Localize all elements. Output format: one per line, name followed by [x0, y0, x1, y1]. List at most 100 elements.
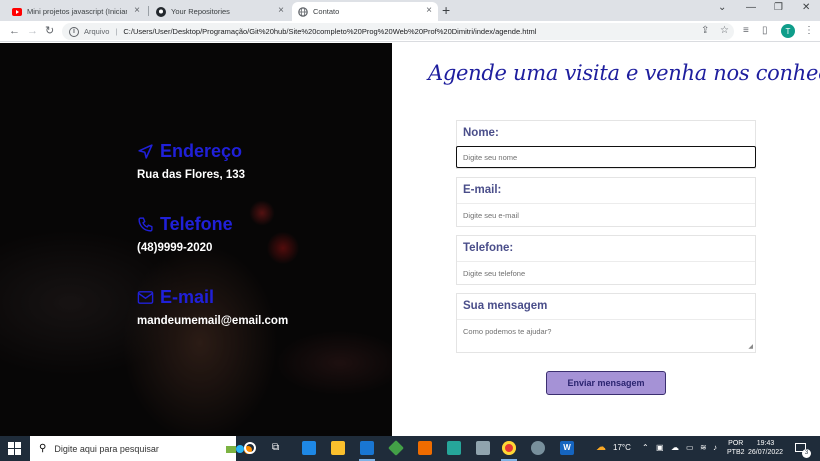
phone-value: (48)9999-2020	[137, 242, 213, 254]
name-label: Nome:	[457, 121, 755, 147]
restore-button[interactable]: ❐	[774, 2, 783, 13]
tab-title: Your Repositories	[171, 7, 230, 16]
message-placeholder: Como podemos te ajudar?	[463, 327, 552, 336]
notification-badge: 3	[802, 449, 811, 458]
message-textarea[interactable]: Como podemos te ajudar? ◢	[457, 320, 755, 352]
app-icon[interactable]	[531, 441, 545, 455]
phone-icon	[138, 216, 153, 232]
system-clock[interactable]: 19:43 26/07/2022	[748, 439, 783, 457]
youtube-icon	[12, 7, 22, 17]
tab-title: Mini projetos javascript (Iniciante	[27, 7, 127, 16]
phone-label: Telefone:	[457, 236, 755, 262]
contact-form: Nome: Digite seu nome E-mail: Digite seu…	[456, 120, 756, 361]
back-arrow-icon[interactable]: ←	[9, 24, 20, 38]
email-input[interactable]: Digite seu e-mail	[457, 204, 755, 226]
chrome-icon[interactable]	[502, 441, 516, 455]
phone-input[interactable]: Digite seu telefone	[457, 262, 755, 284]
search-icon: ⚲	[39, 443, 47, 454]
windows-start-icon[interactable]	[8, 442, 21, 455]
name-input[interactable]: Digite seu nome	[456, 146, 756, 168]
forward-arrow-icon[interactable]: →	[27, 24, 38, 38]
cake-photo-background: Endereço Rua das Flores, 133 Telefone (4…	[0, 43, 392, 436]
phone-group: Telefone: Digite seu telefone	[456, 235, 756, 285]
app-tray-icon[interactable]: ▣	[656, 443, 664, 452]
battery-icon[interactable]: ▭	[686, 443, 694, 452]
contact-title: Telefone	[137, 214, 233, 234]
phone-title: Telefone	[160, 214, 233, 234]
language-indicator[interactable]: POR PTB2	[727, 439, 745, 457]
app-icon[interactable]	[447, 441, 461, 455]
page-heading: Agende uma visita e venha nos conhecer!	[428, 61, 820, 85]
send-message-button[interactable]: Enviar mensagem	[546, 371, 666, 395]
cortana-icon[interactable]	[244, 442, 256, 454]
onedrive-icon[interactable]: ☁	[671, 443, 679, 452]
xampp-icon[interactable]	[418, 441, 432, 455]
tools-app-icon[interactable]	[476, 441, 490, 455]
resize-grip-icon[interactable]: ◢	[748, 343, 753, 350]
nodejs-icon[interactable]	[388, 440, 404, 456]
menu-kebab-icon[interactable]: ⋮	[804, 25, 814, 36]
address-divider: |	[115, 27, 118, 36]
keyboard-layout: PTB2	[727, 449, 745, 456]
message-group: Sua mensagem Como podemos te ajudar? ◢	[456, 293, 756, 353]
clock-date: 26/07/2022	[748, 449, 784, 456]
bookmark-star-icon[interactable]: ☆	[720, 25, 729, 36]
reading-list-icon[interactable]: ≡	[743, 25, 749, 36]
address-title: Endereço	[160, 141, 243, 161]
browser-toolbar: ← → ↻ i Arquivo | C:/Users/User/Desktop/…	[0, 21, 820, 42]
github-icon	[156, 6, 166, 17]
address-value: Rua das Flores, 133	[137, 169, 246, 181]
clock-time: 19:43	[756, 440, 775, 447]
email-value: mandeumemail@email.com	[137, 315, 289, 327]
address-block: Endereço Rua das Flores, 133	[137, 141, 245, 181]
task-view-icon[interactable]: ⧉	[272, 442, 279, 453]
minimize-button[interactable]: —	[746, 2, 756, 13]
close-window-button[interactable]: ✕	[802, 2, 810, 13]
volume-icon[interactable]: ♪	[713, 443, 717, 452]
close-tab-icon[interactable]: ×	[134, 6, 140, 16]
info-icon[interactable]: i	[69, 26, 79, 37]
page-content: Endereço Rua das Flores, 133 Telefone (4…	[0, 43, 820, 436]
close-tab-icon[interactable]: ×	[278, 6, 284, 16]
tab-contato[interactable]: Contato ×	[292, 2, 438, 21]
envelope-icon	[137, 290, 154, 304]
contact-form-panel: Agende uma visita e venha nos conhecer! …	[392, 43, 820, 436]
address-bar[interactable]: i Arquivo | C:/Users/User/Desktop/Progra…	[62, 23, 734, 40]
weather-icon[interactable]: ☁	[596, 442, 606, 453]
globe-icon	[298, 6, 308, 17]
file-explorer-icon[interactable]	[331, 441, 345, 455]
tab-title: Contato	[313, 7, 340, 16]
new-tab-button[interactable]: +	[442, 3, 450, 17]
email-block: E-mail mandeumemail@email.com	[137, 287, 288, 327]
contact-title: E-mail	[137, 287, 288, 307]
location-arrow-icon	[138, 143, 153, 159]
profile-avatar[interactable]: T	[781, 24, 795, 38]
mail-app-icon[interactable]	[302, 441, 316, 455]
word-icon[interactable]: W	[560, 441, 574, 455]
contact-title: Endereço	[137, 141, 245, 161]
vscode-icon[interactable]	[360, 441, 374, 455]
tab-github[interactable]: Your Repositories ×	[150, 2, 290, 21]
address-url: C:/Users/User/Desktop/Programação/Git%20…	[123, 27, 537, 36]
language: POR	[728, 440, 744, 447]
address-scheme: Arquivo	[84, 27, 110, 36]
weather-temperature[interactable]: 17°C	[613, 443, 631, 452]
reload-icon[interactable]: ↻	[45, 24, 54, 38]
side-panel-icon[interactable]: ▯	[762, 25, 768, 36]
taskbar-search[interactable]: ⚲ Digite aqui para pesquisar	[30, 436, 252, 461]
phone-block: Telefone (48)9999-2020	[137, 214, 233, 254]
windows-taskbar: ⚲ Digite aqui para pesquisar ⧉ W ☁ 17°C …	[0, 436, 820, 461]
close-tab-icon[interactable]: ×	[426, 6, 432, 16]
tab-search-icon[interactable]: ⌄	[718, 2, 726, 13]
share-icon[interactable]: ⇪	[701, 25, 709, 36]
email-title: E-mail	[160, 287, 215, 307]
message-label: Sua mensagem	[457, 294, 755, 320]
show-hidden-icons-icon[interactable]: ⌃	[642, 443, 649, 452]
tab-strip: Mini projetos javascript (Iniciante × Yo…	[0, 0, 820, 21]
email-group: E-mail: Digite seu e-mail	[456, 177, 756, 227]
wifi-icon[interactable]: ≋	[700, 443, 707, 452]
name-group: Nome: Digite seu nome	[456, 120, 756, 169]
email-label: E-mail:	[457, 178, 755, 204]
taskbar-search-placeholder: Digite aqui para pesquisar	[54, 443, 159, 454]
tab-youtube[interactable]: Mini projetos javascript (Iniciante ×	[6, 2, 146, 21]
